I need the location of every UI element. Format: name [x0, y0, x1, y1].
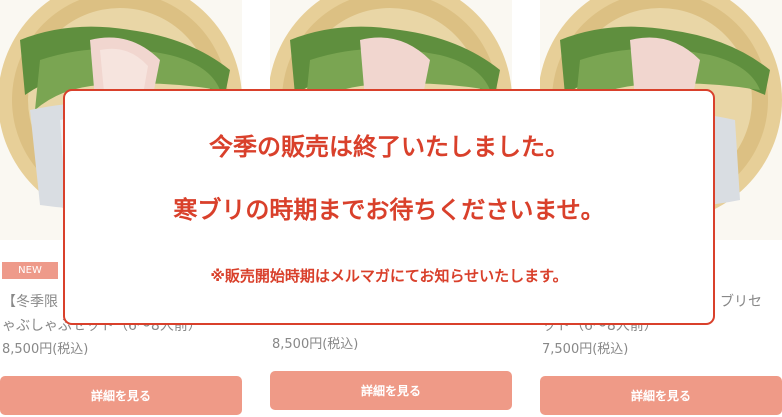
notice-heading: 今季の販売は終了いたしました。 [209, 133, 569, 161]
product-price: 7,500円(税込) [542, 342, 629, 357]
notice-footnote: ※販売開始時期はメルマガにてお知らせいたします。 [210, 267, 568, 285]
product-price: 8,500円(税込) [2, 342, 89, 357]
new-badge: NEW [2, 262, 58, 279]
notice-subheading: 寒ブリの時期までお待ちくださいませ。 [173, 196, 605, 224]
detail-button[interactable]: 詳細を見る [540, 376, 782, 415]
detail-button[interactable]: 詳細を見る [270, 371, 512, 410]
sales-ended-notice: 今季の販売は終了いたしました。 寒ブリの時期までお待ちくださいませ。 ※販売開始… [63, 89, 715, 325]
product-price: 8,500円(税込) [272, 337, 359, 352]
product-title-line1[interactable]: ブリセ [720, 291, 782, 313]
detail-button[interactable]: 詳細を見る [0, 376, 242, 415]
